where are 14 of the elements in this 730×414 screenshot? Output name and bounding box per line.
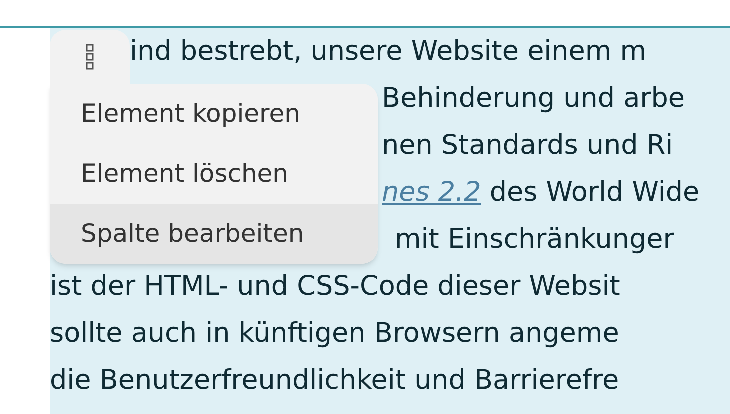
paragraph-text: des World Wide: [488, 177, 700, 208]
drag-handle-tab[interactable]: [50, 30, 130, 84]
paragraph-text: ind bestrebt, unsere Website einem m: [130, 36, 647, 67]
menu-item[interactable]: Spalte bearbeiten: [50, 204, 378, 264]
menu-item[interactable]: Element löschen: [50, 144, 378, 204]
drag-handle-icon: [86, 44, 94, 70]
paragraph-text: nen Standards und Ri: [382, 130, 674, 161]
paragraph-text: ist der HTML- und CSS-Code dieser Websit: [50, 271, 620, 302]
paragraph-text: die Benutzerfreundlichkeit und Barrierefre: [50, 365, 620, 396]
paragraph-text: sollte auch in künftigen Browsern angeme: [50, 318, 620, 349]
menu-item[interactable]: Element kopieren: [50, 84, 378, 144]
paragraph-text: Behinderung und arbe: [382, 83, 685, 114]
paragraph-text: mit Einschränkunger: [395, 224, 674, 255]
text-link[interactable]: nes 2.2: [382, 177, 482, 208]
